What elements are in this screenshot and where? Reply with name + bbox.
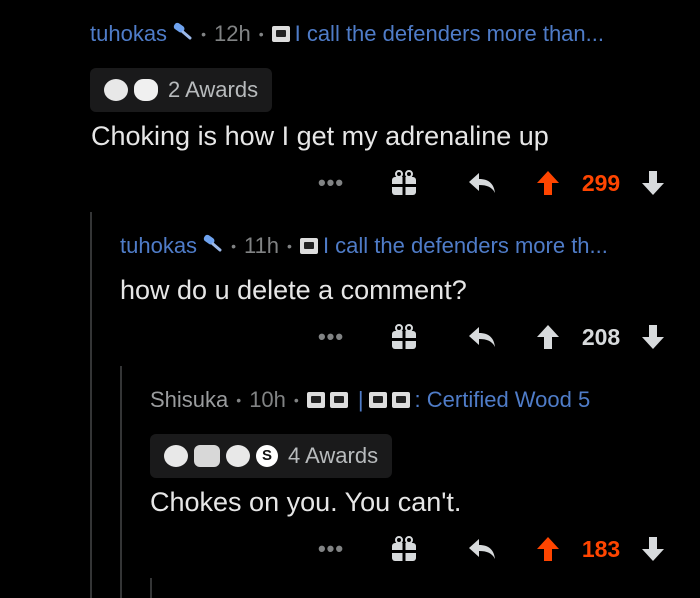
comment-actions: ••• 299 (0, 163, 700, 203)
flair-image-icon (299, 238, 318, 254)
comment: tuhokas • 12h • I call the defenders mor… (90, 19, 604, 49)
user-flair: : Certified Wood 5 (414, 387, 591, 412)
user-flair: I call the defenders more than... (294, 21, 604, 46)
comment-body: Chokes on you. You can't. (150, 487, 462, 517)
comment-meta: Shisuka • 10h • | : Certified Wood 5 (150, 387, 591, 413)
comment-actions: ••• 208 (0, 317, 700, 357)
username[interactable]: Shisuka (150, 387, 228, 413)
award-icon (226, 445, 250, 467)
flair-image-icon (391, 392, 410, 408)
timestamp: 11h (243, 233, 280, 258)
upvote-arrow-icon[interactable] (535, 163, 561, 203)
comment: Shisuka • 10h • | : Certified Wood 5 (150, 385, 590, 415)
reply-icon[interactable] (465, 317, 499, 357)
more-options-icon[interactable]: ••• (316, 163, 346, 203)
timestamp: 10h (249, 387, 286, 412)
award-icon (164, 445, 188, 467)
more-options-icon[interactable]: ••• (316, 529, 346, 569)
awards-bar[interactable]: 4 Awards (150, 434, 393, 478)
timestamp: 12h (213, 21, 251, 46)
bear-award-icon (134, 79, 158, 101)
vote-score: 208 (581, 323, 621, 350)
upvote-arrow-icon[interactable] (535, 317, 561, 357)
awards-bar[interactable]: 2 Awards (90, 68, 273, 112)
vote-score: 183 (581, 535, 621, 562)
thread-line[interactable] (150, 578, 152, 598)
upvote-arrow-icon[interactable] (535, 529, 561, 569)
downvote-arrow-icon[interactable] (640, 317, 666, 357)
award-icon (104, 79, 128, 101)
awards-count: 4 Awards (288, 443, 379, 468)
downvote-arrow-icon[interactable] (640, 529, 666, 569)
flair-image-icon (368, 392, 387, 408)
microphone-icon (201, 233, 223, 259)
comment-body: how do u delete a comment? (120, 275, 467, 305)
comment-body: Choking is how I get my adrenaline up (91, 121, 549, 151)
reply-icon[interactable] (465, 529, 499, 569)
vote-score: 299 (581, 169, 621, 196)
comment: tuhokas • 11h • I call the defenders mor… (120, 231, 608, 261)
flair-image-icon (329, 392, 348, 408)
award-gift-icon[interactable] (389, 163, 419, 203)
comment-meta: tuhokas • 12h • I call the defenders mor… (90, 21, 604, 47)
flair-image-icon (271, 26, 290, 42)
flair-image-icon (306, 392, 325, 408)
comment-meta: tuhokas • 11h • I call the defenders mor… (120, 233, 608, 259)
comment-actions: ••• 183 (0, 529, 700, 569)
award-gift-icon[interactable] (389, 529, 419, 569)
username[interactable]: tuhokas (90, 21, 167, 47)
reply-icon[interactable] (465, 163, 499, 203)
flair-separator: | (357, 387, 364, 412)
username[interactable]: tuhokas (120, 233, 197, 259)
silver-award-icon (256, 445, 278, 467)
microphone-icon (171, 21, 193, 47)
awards-count: 2 Awards (168, 77, 259, 102)
user-flair: I call the defenders more th... (322, 233, 608, 258)
hands-award-icon (194, 445, 220, 467)
more-options-icon[interactable]: ••• (316, 317, 346, 357)
award-gift-icon[interactable] (389, 317, 419, 357)
downvote-arrow-icon[interactable] (640, 163, 666, 203)
